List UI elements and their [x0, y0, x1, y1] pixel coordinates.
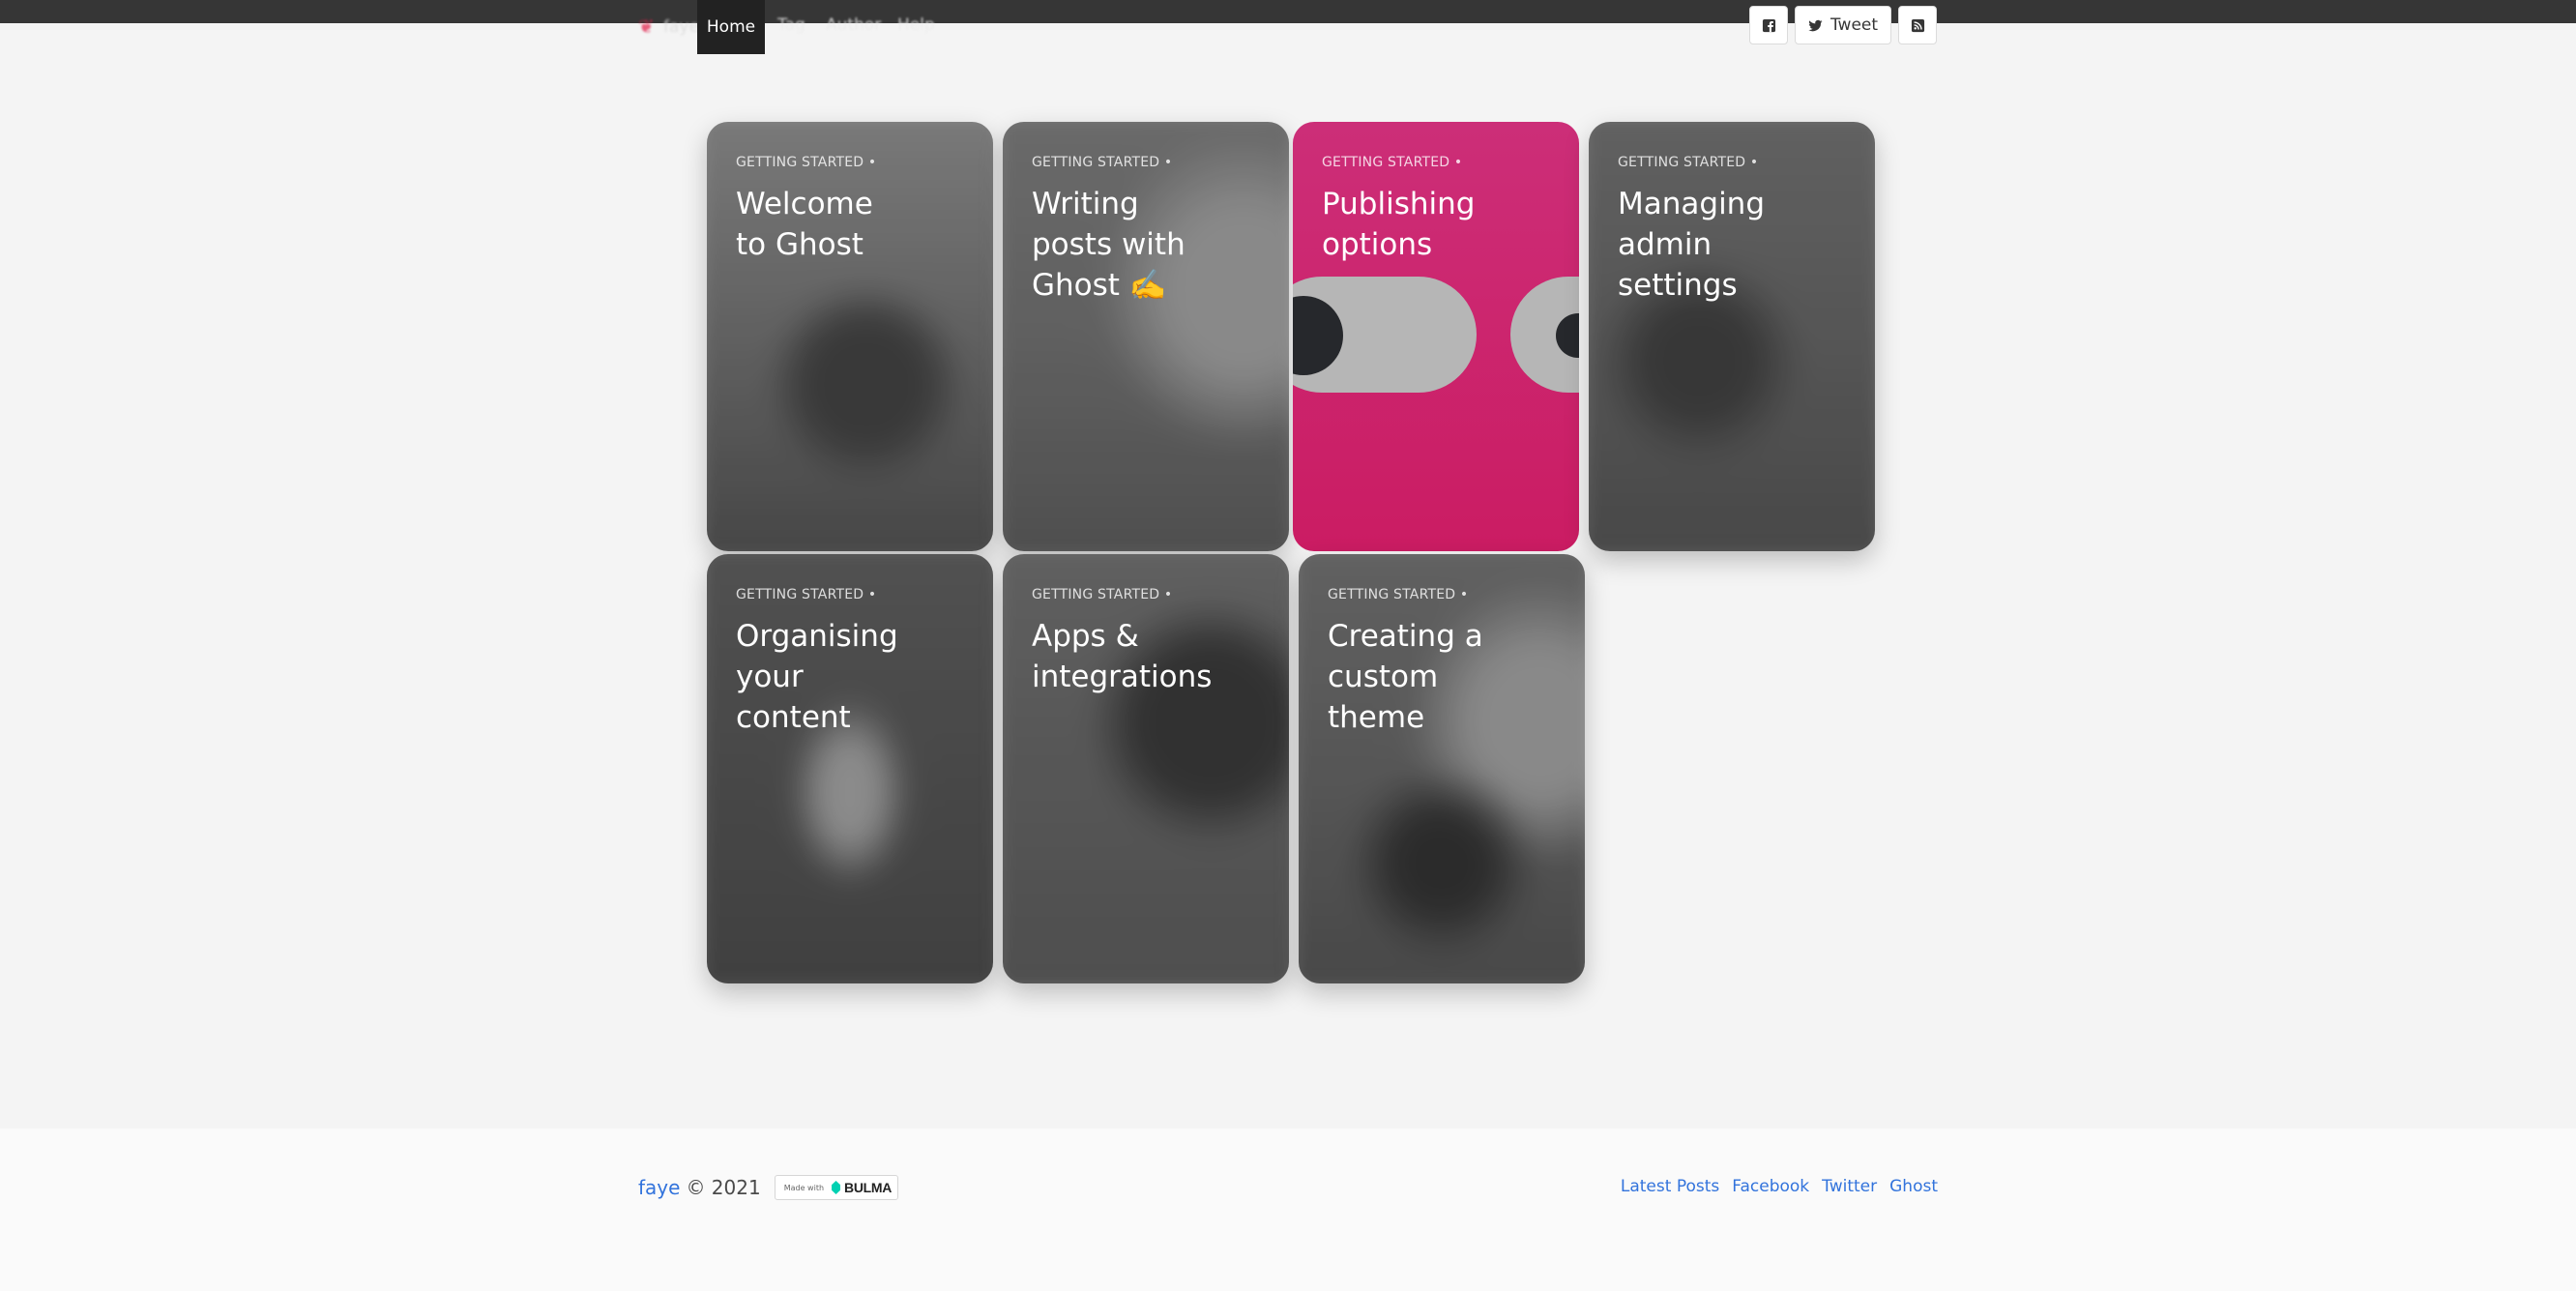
footer-site-link[interactable]: faye	[638, 1176, 680, 1199]
made-with-bulma-badge[interactable]: Made with BULMA	[774, 1175, 898, 1200]
facebook-share-button[interactable]	[1749, 6, 1788, 44]
post-card-title[interactable]: Welcome to Ghost	[736, 184, 910, 265]
post-card-tag: GETTING STARTED •	[1032, 155, 1173, 170]
nav-item-tag[interactable]: Tag	[777, 15, 805, 35]
post-card-title[interactable]: Apps & integrations	[1032, 616, 1212, 697]
post-card-tag: GETTING STARTED •	[736, 587, 877, 602]
footer-links: Latest Posts Facebook Twitter Ghost	[1621, 1177, 1938, 1196]
brand[interactable]: ❦ faye	[638, 10, 699, 44]
post-card-tag: GETTING STARTED •	[1618, 155, 1759, 170]
post-card[interactable]: GETTING STARTED • Writing posts with Gho…	[1003, 122, 1289, 551]
post-card[interactable]: GETTING STARTED • Managing admin setting…	[1589, 122, 1875, 551]
footer: faye © 2021 Made with BULMA Latest Posts…	[0, 1129, 2576, 1291]
post-card[interactable]: GETTING STARTED • Creating a custom them…	[1299, 554, 1585, 983]
post-card-title[interactable]: Creating a custom theme	[1328, 616, 1502, 738]
rss-button[interactable]	[1898, 6, 1937, 44]
navbar-container: ❦ faye Home Tag Author Help Tweet	[638, 0, 1938, 54]
tweet-button[interactable]: Tweet	[1795, 6, 1891, 44]
post-card-featured[interactable]: GETTING STARTED • Publishing options	[1293, 122, 1579, 551]
bulma-logo-icon	[832, 1181, 841, 1194]
post-card-title[interactable]: Publishing options	[1322, 184, 1496, 265]
post-card-tag: GETTING STARTED •	[1328, 587, 1469, 602]
post-card[interactable]: GETTING STARTED • Apps & integrations	[1003, 554, 1289, 983]
post-card[interactable]: GETTING STARTED • Welcome to Ghost	[707, 122, 993, 551]
footer-copyright: © 2021	[686, 1176, 761, 1199]
brand-logo-icon: ❦	[638, 15, 655, 38]
footer-link-ghost[interactable]: Ghost	[1889, 1177, 1938, 1196]
post-card-title[interactable]: Organising your content	[736, 616, 910, 738]
post-card-title[interactable]: Writing posts with Ghost ✍️	[1032, 184, 1206, 306]
footer-left: faye © 2021 Made with BULMA	[638, 1175, 898, 1200]
post-card-title[interactable]: Managing admin settings	[1618, 184, 1792, 306]
badge-prefix: Made with	[783, 1183, 825, 1192]
post-card-tag: GETTING STARTED •	[1322, 155, 1463, 170]
post-card-tag: GETTING STARTED •	[1032, 587, 1173, 602]
nav-item-home[interactable]: Home	[697, 0, 765, 54]
twitter-icon	[1808, 19, 1823, 31]
nav-item-help[interactable]: Help	[897, 15, 935, 35]
footer-link-twitter[interactable]: Twitter	[1822, 1177, 1877, 1196]
post-card-tag: GETTING STARTED •	[736, 155, 877, 170]
footer-link-latest-posts[interactable]: Latest Posts	[1621, 1177, 1719, 1196]
badge-word: BULMA	[844, 1180, 893, 1195]
tweet-label: Tweet	[1830, 15, 1879, 35]
post-card[interactable]: GETTING STARTED • Organising your conten…	[707, 554, 993, 983]
nav-item-author[interactable]: Author	[826, 15, 881, 35]
footer-link-facebook[interactable]: Facebook	[1732, 1177, 1809, 1196]
rss-square-icon	[1911, 18, 1924, 32]
brand-name: faye	[663, 17, 699, 37]
facebook-square-icon	[1762, 18, 1775, 32]
